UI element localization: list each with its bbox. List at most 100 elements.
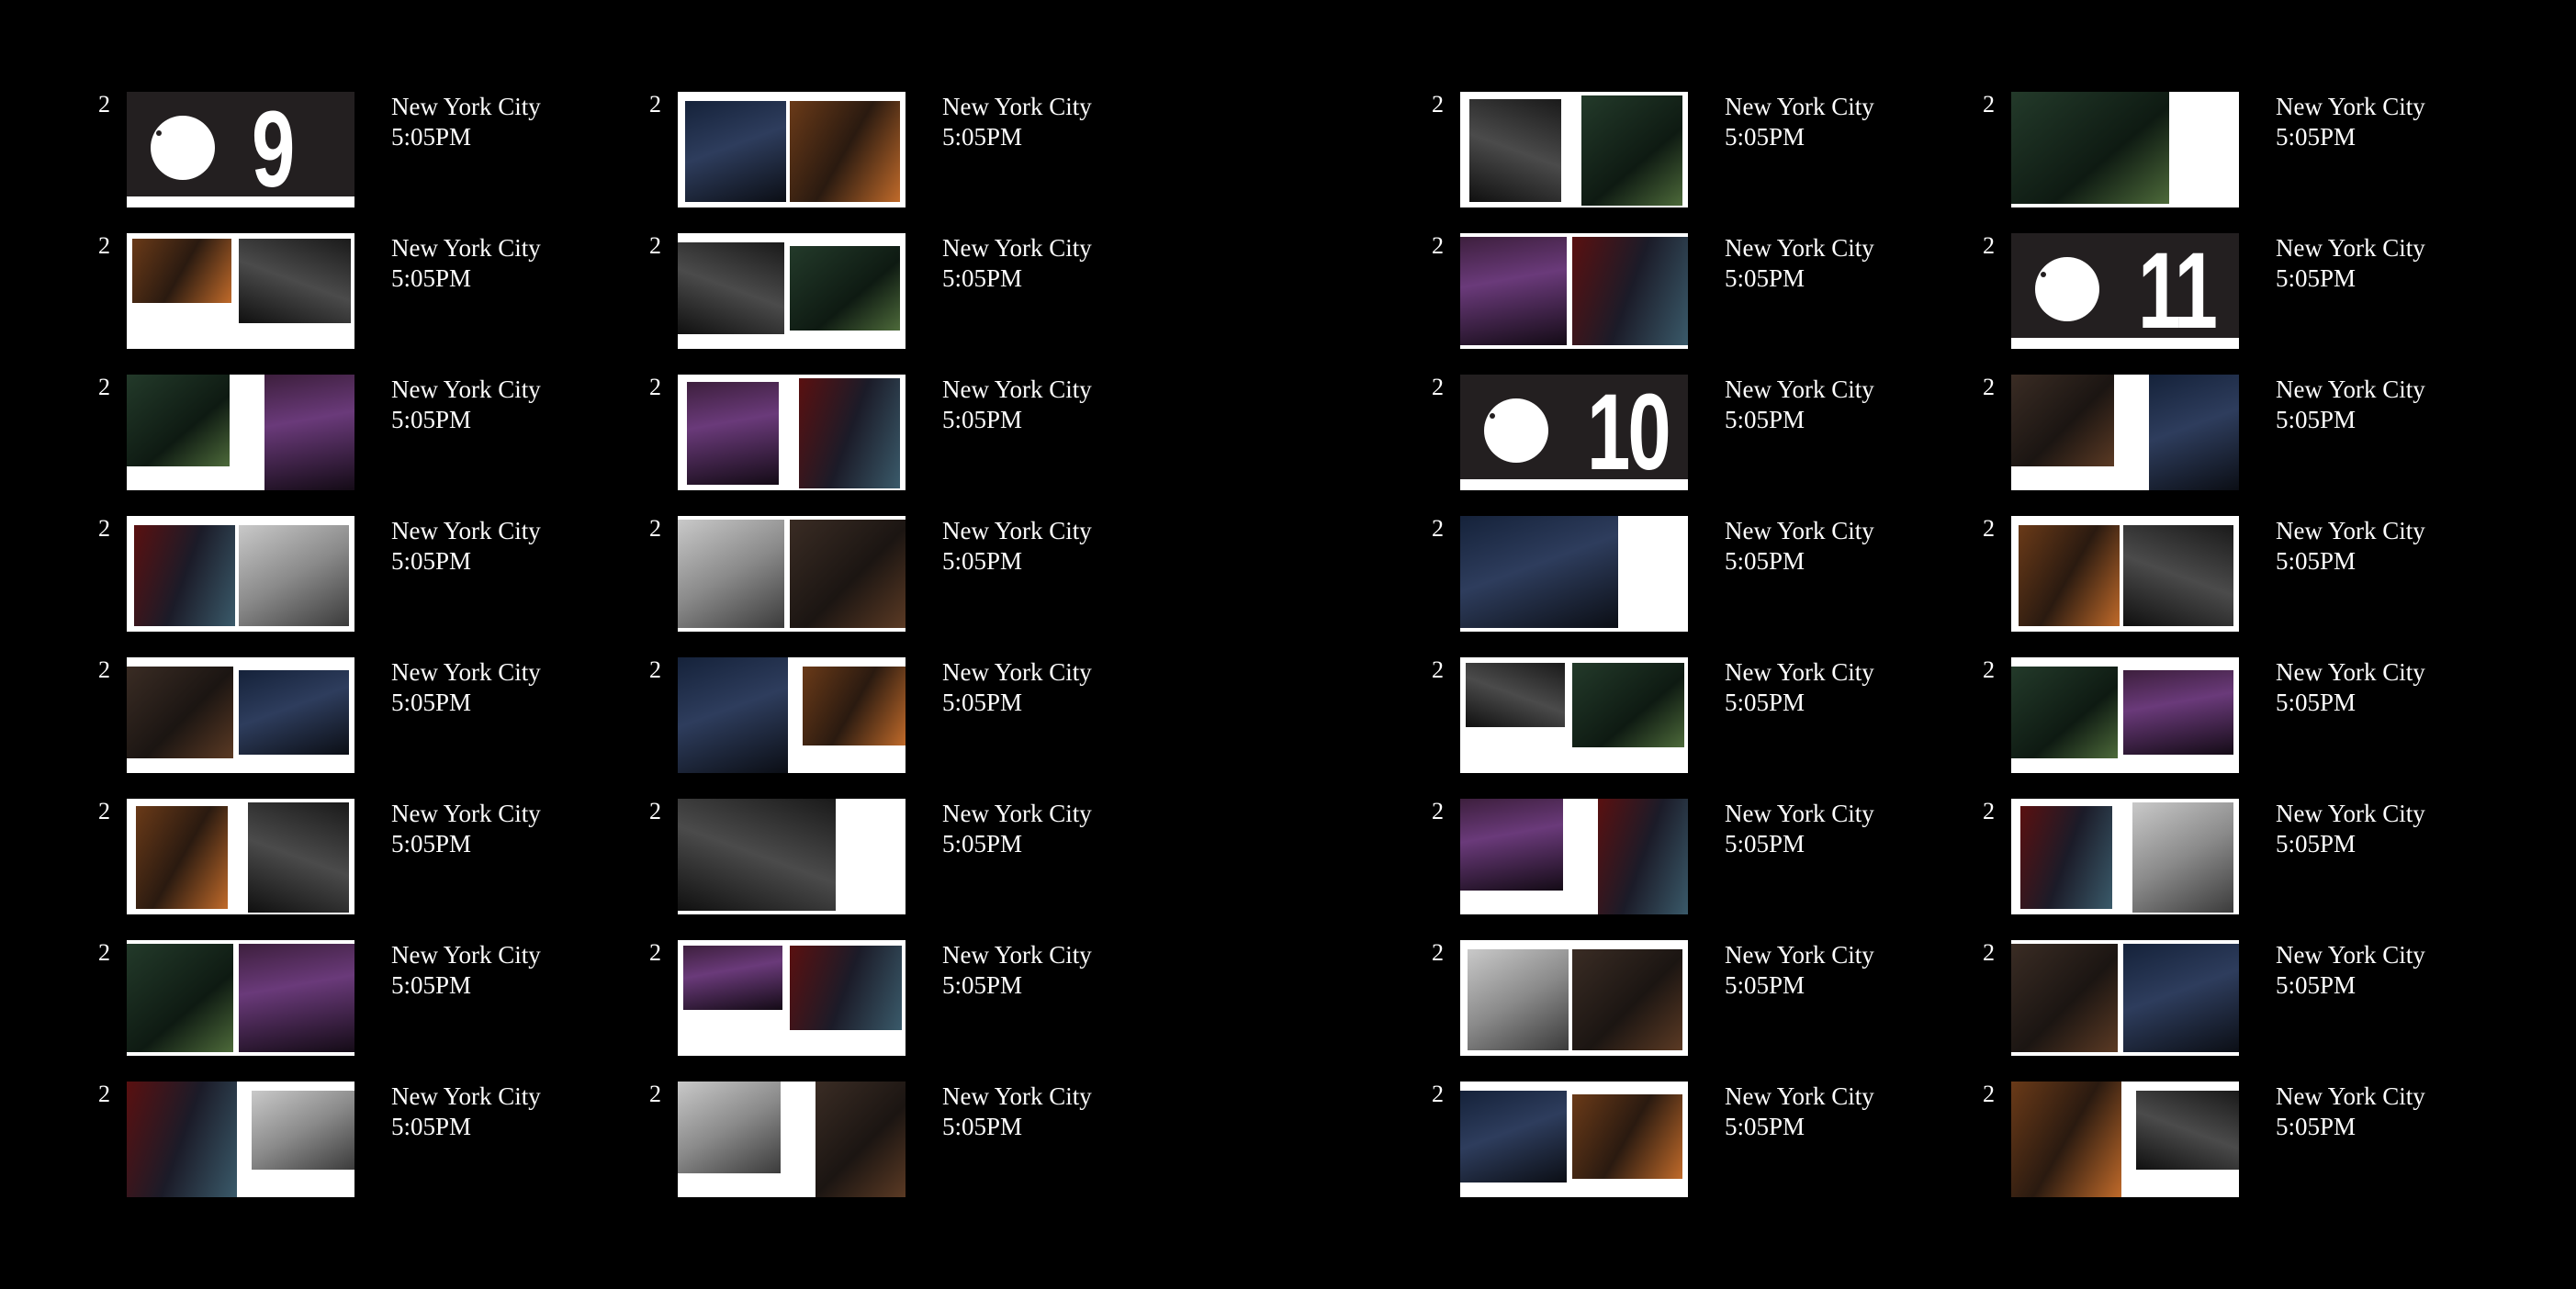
photo [127,944,233,1052]
spread-thumbnail[interactable] [1460,940,1688,1056]
spread-thumbnail[interactable] [1460,516,1688,632]
spread-thumbnail[interactable] [678,657,906,773]
contact-entry[interactable]: 2 New York City 5:05PM [88,1082,602,1197]
caption: New York City 5:05PM [2276,657,2425,718]
spread-thumbnail[interactable] [678,940,906,1056]
spread-thumbnail[interactable] [2011,375,2239,490]
dot-icon [156,130,162,136]
contact-entry[interactable]: 2 New York City 5:05PM [88,375,602,490]
contact-entry[interactable]: 2 New York City 5:05PM [1422,92,1936,207]
contact-entry[interactable]: 2 New York City 5:05PM [88,940,602,1056]
spread-thumbnail[interactable] [678,375,906,490]
spread-thumbnail[interactable] [2011,92,2239,207]
contact-entry[interactable]: 2 New York City 5:05PM [1422,657,1936,773]
spread-thumbnail[interactable] [1460,799,1688,914]
photo [1460,799,1563,891]
location-label: New York City [942,234,1092,262]
contact-entry[interactable]: 2 New York City 5:05PM [1422,799,1936,914]
contact-entry[interactable]: 2 10 New York City 5:05PM [1422,375,1936,490]
spread-thumbnail[interactable] [1460,657,1688,773]
location-label: New York City [2276,941,2425,969]
spread-thumbnail[interactable]: 9 [127,92,354,207]
photo [2011,944,2118,1052]
contact-entry[interactable]: 2 New York City 5:05PM [639,375,1153,490]
photo [1572,237,1688,345]
spread-thumbnail[interactable] [127,375,354,490]
spread-thumbnail[interactable] [127,516,354,632]
contact-entry[interactable]: 2 New York City 5:05PM [1422,1082,1936,1197]
caption: New York City 5:05PM [1725,657,1874,718]
caption: New York City 5:05PM [391,799,541,859]
time-label: 5:05PM [942,264,1023,292]
photo [678,1082,781,1173]
spread-thumbnail[interactable] [678,92,906,207]
caption: New York City 5:05PM [1725,233,1874,294]
photo [790,946,902,1030]
time-label: 5:05PM [391,547,472,575]
page-number: 2 [649,656,661,683]
spread-thumbnail[interactable] [2011,799,2239,914]
contact-entry[interactable]: 2 New York City 5:05PM [88,233,602,349]
photo [2011,375,2114,466]
contact-entry[interactable]: 2 New York City 5:05PM [639,516,1153,632]
contact-entry[interactable]: 2 11 New York City 5:05PM [1973,233,2487,349]
page-number: 2 [98,939,110,966]
photo [2020,806,2112,909]
photo [1572,1094,1682,1179]
contact-entry[interactable]: 2 New York City 5:05PM [639,657,1153,773]
contact-entry[interactable]: 2 New York City 5:05PM [639,233,1153,349]
location-label: New York City [391,1082,541,1110]
caption: New York City 5:05PM [1725,940,1874,1001]
caption: New York City 5:05PM [1725,516,1874,577]
contact-entry[interactable]: 2 New York City 5:05PM [1973,1082,2487,1197]
spread-thumbnail[interactable] [1460,92,1688,207]
spread-thumbnail[interactable] [127,940,354,1056]
spread-thumbnail[interactable] [127,233,354,349]
contact-entry[interactable]: 2 New York City 5:05PM [1973,375,2487,490]
caption: New York City 5:05PM [942,516,1092,577]
spread-thumbnail[interactable] [678,233,906,349]
chapter-number: 9 [252,92,295,207]
contact-entry[interactable]: 2 New York City 5:05PM [88,516,602,632]
spread-thumbnail[interactable] [678,1082,906,1197]
time-label: 5:05PM [942,123,1023,151]
time-label: 5:05PM [2276,264,2357,292]
spread-thumbnail[interactable]: 11 [2011,233,2239,349]
page-number: 2 [1983,374,1995,400]
photo [1466,663,1565,727]
contact-entry[interactable]: 2 New York City 5:05PM [1973,799,2487,914]
contact-entry[interactable]: 2 New York City 5:05PM [1973,657,2487,773]
page-number: 2 [98,515,110,542]
spread-thumbnail[interactable] [127,657,354,773]
page-number: 2 [1432,374,1444,400]
contact-entry[interactable]: 2 9 New York City 5:05PM [88,92,602,207]
spread-thumbnail[interactable] [2011,1082,2239,1197]
contact-entry[interactable]: 2 New York City 5:05PM [1973,92,2487,207]
contact-entry[interactable]: 2 New York City 5:05PM [639,940,1153,1056]
caption: New York City 5:05PM [391,233,541,294]
spread-thumbnail[interactable] [678,516,906,632]
contact-entry[interactable]: 2 New York City 5:05PM [1422,516,1936,632]
spread-thumbnail[interactable] [127,1082,354,1197]
contact-entry[interactable]: 2 New York City 5:05PM [639,92,1153,207]
photo [1468,949,1569,1050]
contact-entry[interactable]: 2 New York City 5:05PM [1422,233,1936,349]
time-label: 5:05PM [2276,830,2357,857]
spread-thumbnail[interactable] [127,799,354,914]
spread-thumbnail[interactable] [1460,1082,1688,1197]
spread-thumbnail[interactable] [2011,516,2239,632]
photo [687,382,779,485]
contact-entry[interactable]: 2 New York City 5:05PM [88,657,602,773]
contact-entry[interactable]: 2 New York City 5:05PM [88,799,602,914]
spread-thumbnail[interactable]: 10 [1460,375,1688,490]
photo [1460,516,1618,628]
contact-entry[interactable]: 2 New York City 5:05PM [1973,516,2487,632]
spread-thumbnail[interactable] [2011,657,2239,773]
contact-entry[interactable]: 2 New York City 5:05PM [639,799,1153,914]
spread-thumbnail[interactable] [678,799,906,914]
contact-entry[interactable]: 2 New York City 5:05PM [1973,940,2487,1056]
spread-thumbnail[interactable] [2011,940,2239,1056]
spread-thumbnail[interactable] [1460,233,1688,349]
contact-entry[interactable]: 2 New York City 5:05PM [639,1082,1153,1197]
contact-entry[interactable]: 2 New York City 5:05PM [1422,940,1936,1056]
